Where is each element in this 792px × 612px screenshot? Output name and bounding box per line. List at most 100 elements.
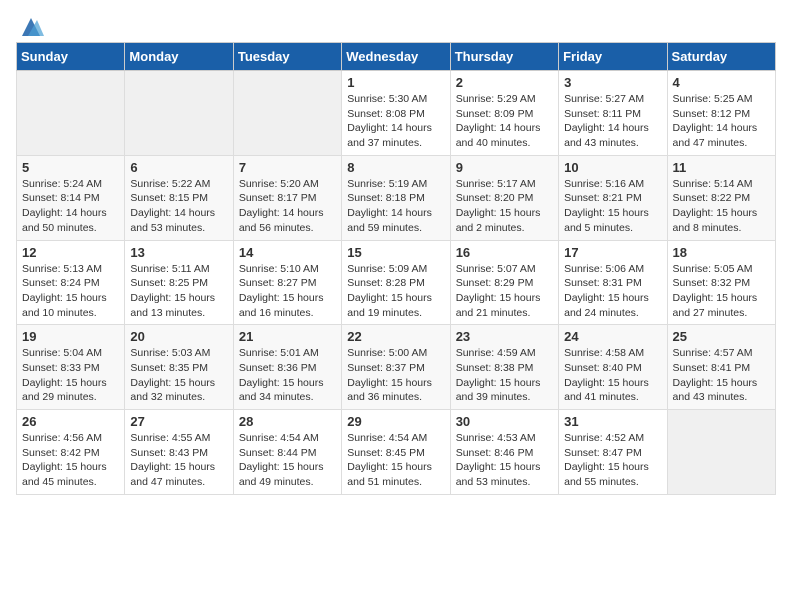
day-header-sunday: Sunday — [17, 43, 125, 71]
cell-info: Sunrise: 5:22 AM Sunset: 8:15 PM Dayligh… — [130, 177, 227, 236]
day-number: 6 — [130, 160, 227, 175]
calendar-cell: 1 Sunrise: 5:30 AM Sunset: 8:08 PM Daylig… — [342, 71, 450, 156]
day-number: 19 — [22, 329, 119, 344]
day-number: 18 — [673, 245, 770, 260]
cell-info: Sunrise: 5:30 AM Sunset: 8:08 PM Dayligh… — [347, 92, 444, 151]
day-number: 5 — [22, 160, 119, 175]
day-number: 27 — [130, 414, 227, 429]
cell-info: Sunrise: 5:27 AM Sunset: 8:11 PM Dayligh… — [564, 92, 661, 151]
calendar-week-row: 12 Sunrise: 5:13 AM Sunset: 8:24 PM Dayli… — [17, 240, 776, 325]
calendar-cell: 16 Sunrise: 5:07 AM Sunset: 8:29 PM Dayli… — [450, 240, 558, 325]
day-number: 26 — [22, 414, 119, 429]
day-number: 23 — [456, 329, 553, 344]
calendar-cell: 2 Sunrise: 5:29 AM Sunset: 8:09 PM Daylig… — [450, 71, 558, 156]
cell-info: Sunrise: 5:29 AM Sunset: 8:09 PM Dayligh… — [456, 92, 553, 151]
day-header-saturday: Saturday — [667, 43, 775, 71]
cell-info: Sunrise: 5:07 AM Sunset: 8:29 PM Dayligh… — [456, 262, 553, 321]
day-number: 14 — [239, 245, 336, 260]
cell-info: Sunrise: 4:54 AM Sunset: 8:45 PM Dayligh… — [347, 431, 444, 490]
calendar-cell — [667, 410, 775, 495]
logo — [16, 16, 44, 34]
calendar-cell: 22Sunrise: 5:00 AM Sunset: 8:37 PM Dayli… — [342, 325, 450, 410]
calendar-table: SundayMondayTuesdayWednesdayThursdayFrid… — [16, 42, 776, 495]
cell-info: Sunrise: 5:24 AM Sunset: 8:14 PM Dayligh… — [22, 177, 119, 236]
cell-info: Sunrise: 4:53 AM Sunset: 8:46 PM Dayligh… — [456, 431, 553, 490]
day-number: 11 — [673, 160, 770, 175]
day-number: 8 — [347, 160, 444, 175]
cell-info: Sunrise: 4:59 AM Sunset: 8:38 PM Dayligh… — [456, 346, 553, 405]
day-number: 10 — [564, 160, 661, 175]
calendar-cell: 8 Sunrise: 5:19 AM Sunset: 8:18 PM Daylig… — [342, 155, 450, 240]
calendar-cell — [233, 71, 341, 156]
calendar-cell — [17, 71, 125, 156]
calendar-cell: 3 Sunrise: 5:27 AM Sunset: 8:11 PM Daylig… — [559, 71, 667, 156]
calendar-week-row: 19 Sunrise: 5:04 AM Sunset: 8:33 PM Dayli… — [17, 325, 776, 410]
calendar-cell: 9Sunrise: 5:17 AM Sunset: 8:20 PM Daylig… — [450, 155, 558, 240]
cell-info: Sunrise: 5:13 AM Sunset: 8:24 PM Dayligh… — [22, 262, 119, 321]
calendar-cell: 24 Sunrise: 4:58 AM Sunset: 8:40 PM Dayli… — [559, 325, 667, 410]
day-number: 12 — [22, 245, 119, 260]
calendar-cell — [125, 71, 233, 156]
day-number: 13 — [130, 245, 227, 260]
calendar-cell: 12 Sunrise: 5:13 AM Sunset: 8:24 PM Dayli… — [17, 240, 125, 325]
calendar-cell: 14 Sunrise: 5:10 AM Sunset: 8:27 PM Dayli… — [233, 240, 341, 325]
calendar-cell: 17Sunrise: 5:06 AM Sunset: 8:31 PM Dayli… — [559, 240, 667, 325]
cell-info: Sunrise: 4:57 AM Sunset: 8:41 PM Dayligh… — [673, 346, 770, 405]
calendar-cell: 21 Sunrise: 5:01 AM Sunset: 8:36 PM Dayli… — [233, 325, 341, 410]
calendar-cell: 5 Sunrise: 5:24 AM Sunset: 8:14 PM Daylig… — [17, 155, 125, 240]
calendar-cell: 15Sunrise: 5:09 AM Sunset: 8:28 PM Dayli… — [342, 240, 450, 325]
calendar-cell: 29Sunrise: 4:54 AM Sunset: 8:45 PM Dayli… — [342, 410, 450, 495]
day-number: 1 — [347, 75, 444, 90]
calendar-cell: 6 Sunrise: 5:22 AM Sunset: 8:15 PM Daylig… — [125, 155, 233, 240]
day-number: 24 — [564, 329, 661, 344]
day-header-wednesday: Wednesday — [342, 43, 450, 71]
day-number: 30 — [456, 414, 553, 429]
day-header-monday: Monday — [125, 43, 233, 71]
day-number: 3 — [564, 75, 661, 90]
cell-info: Sunrise: 5:20 AM Sunset: 8:17 PM Dayligh… — [239, 177, 336, 236]
cell-info: Sunrise: 5:10 AM Sunset: 8:27 PM Dayligh… — [239, 262, 336, 321]
cell-info: Sunrise: 4:58 AM Sunset: 8:40 PM Dayligh… — [564, 346, 661, 405]
calendar-week-row: 26 Sunrise: 4:56 AM Sunset: 8:42 PM Dayli… — [17, 410, 776, 495]
cell-info: Sunrise: 5:11 AM Sunset: 8:25 PM Dayligh… — [130, 262, 227, 321]
day-number: 17 — [564, 245, 661, 260]
calendar-cell: 20 Sunrise: 5:03 AM Sunset: 8:35 PM Dayli… — [125, 325, 233, 410]
calendar-cell: 11 Sunrise: 5:14 AM Sunset: 8:22 PM Dayli… — [667, 155, 775, 240]
cell-info: Sunrise: 4:56 AM Sunset: 8:42 PM Dayligh… — [22, 431, 119, 490]
page-header — [16, 16, 776, 34]
day-number: 21 — [239, 329, 336, 344]
calendar-cell: 26 Sunrise: 4:56 AM Sunset: 8:42 PM Dayli… — [17, 410, 125, 495]
calendar-cell: 27 Sunrise: 4:55 AM Sunset: 8:43 PM Dayli… — [125, 410, 233, 495]
day-number: 9 — [456, 160, 553, 175]
day-number: 2 — [456, 75, 553, 90]
calendar-cell: 28Sunrise: 4:54 AM Sunset: 8:44 PM Dayli… — [233, 410, 341, 495]
cell-info: Sunrise: 5:16 AM Sunset: 8:21 PM Dayligh… — [564, 177, 661, 236]
day-number: 7 — [239, 160, 336, 175]
cell-info: Sunrise: 5:00 AM Sunset: 8:37 PM Dayligh… — [347, 346, 444, 405]
calendar-week-row: 5 Sunrise: 5:24 AM Sunset: 8:14 PM Daylig… — [17, 155, 776, 240]
day-number: 16 — [456, 245, 553, 260]
day-header-friday: Friday — [559, 43, 667, 71]
days-header-row: SundayMondayTuesdayWednesdayThursdayFrid… — [17, 43, 776, 71]
calendar-cell: 18 Sunrise: 5:05 AM Sunset: 8:32 PM Dayli… — [667, 240, 775, 325]
cell-info: Sunrise: 4:54 AM Sunset: 8:44 PM Dayligh… — [239, 431, 336, 490]
cell-info: Sunrise: 5:05 AM Sunset: 8:32 PM Dayligh… — [673, 262, 770, 321]
day-number: 25 — [673, 329, 770, 344]
day-number: 15 — [347, 245, 444, 260]
calendar-cell: 31Sunrise: 4:52 AM Sunset: 8:47 PM Dayli… — [559, 410, 667, 495]
day-number: 20 — [130, 329, 227, 344]
calendar-cell: 4 Sunrise: 5:25 AM Sunset: 8:12 PM Daylig… — [667, 71, 775, 156]
calendar-cell: 13 Sunrise: 5:11 AM Sunset: 8:25 PM Dayli… — [125, 240, 233, 325]
cell-info: Sunrise: 4:55 AM Sunset: 8:43 PM Dayligh… — [130, 431, 227, 490]
cell-info: Sunrise: 5:03 AM Sunset: 8:35 PM Dayligh… — [130, 346, 227, 405]
day-number: 31 — [564, 414, 661, 429]
cell-info: Sunrise: 5:19 AM Sunset: 8:18 PM Dayligh… — [347, 177, 444, 236]
cell-info: Sunrise: 5:01 AM Sunset: 8:36 PM Dayligh… — [239, 346, 336, 405]
logo-icon — [18, 16, 44, 38]
day-number: 4 — [673, 75, 770, 90]
calendar-cell: 25 Sunrise: 4:57 AM Sunset: 8:41 PM Dayli… — [667, 325, 775, 410]
calendar-cell: 7 Sunrise: 5:20 AM Sunset: 8:17 PM Daylig… — [233, 155, 341, 240]
cell-info: Sunrise: 5:04 AM Sunset: 8:33 PM Dayligh… — [22, 346, 119, 405]
cell-info: Sunrise: 5:25 AM Sunset: 8:12 PM Dayligh… — [673, 92, 770, 151]
cell-info: Sunrise: 5:14 AM Sunset: 8:22 PM Dayligh… — [673, 177, 770, 236]
